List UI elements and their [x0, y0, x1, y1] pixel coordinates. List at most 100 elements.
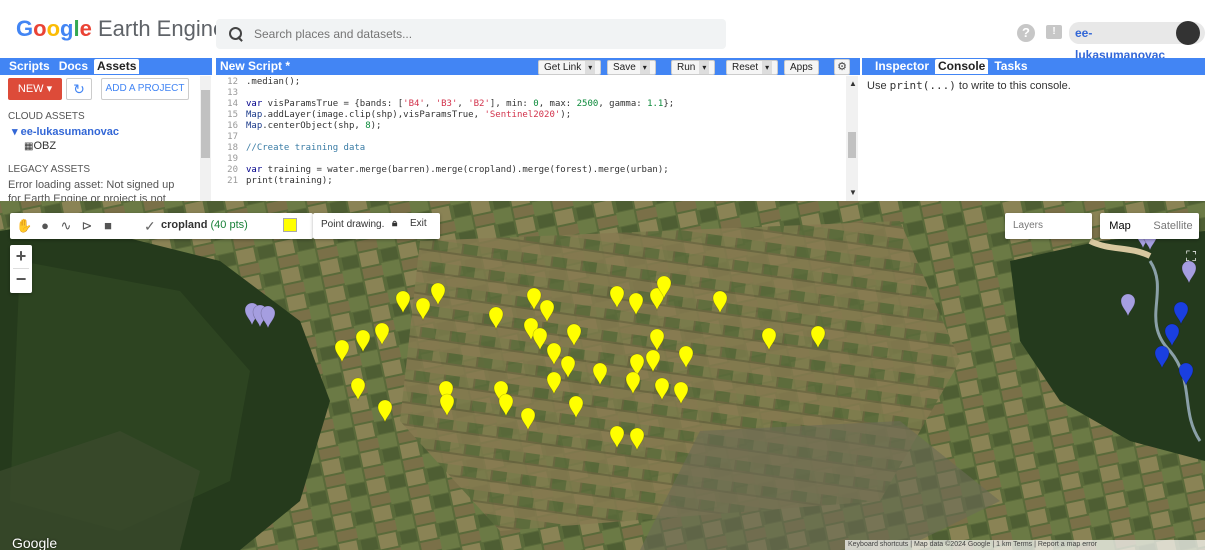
tab-assets[interactable]: Assets	[94, 59, 140, 74]
lock-icon[interactable]: 🔒︎	[392, 218, 404, 232]
reset-button[interactable]: Reset ▾	[726, 60, 779, 75]
code-line[interactable]: 13	[216, 88, 246, 98]
avatar[interactable]	[1176, 21, 1200, 45]
asset-name: OBZ	[33, 140, 57, 152]
logo-product-text: Earth Engine	[97, 16, 226, 41]
code-line[interactable]: 19	[216, 154, 246, 164]
line-number: 17	[227, 132, 238, 142]
tab-docs[interactable]: Docs	[56, 59, 91, 74]
code-area[interactable]: 12 .median(); 13 14 var visParamsTrue = {ban…	[216, 76, 846, 201]
polygon-tool-icon[interactable]: ⊳	[79, 217, 95, 235]
search-icon	[228, 26, 244, 42]
point-drawing-panel: Point drawing. 🔒︎ Exit	[313, 213, 440, 239]
line-number: 20	[227, 165, 238, 175]
checkmark-icon[interactable]: ✓	[144, 216, 162, 236]
scroll-up-icon[interactable]: ▲	[849, 79, 857, 88]
editor-scrollbar[interactable]	[846, 76, 858, 201]
point-drawing-label: Point drawing.	[321, 219, 385, 230]
code-editor-panel: New Script * Get Link ▾ Save ▾ Run ▾ Reset ▾…	[216, 58, 860, 201]
line-number: 14	[227, 99, 238, 109]
satellite-imagery[interactable]	[0, 201, 1205, 550]
code-line[interactable]: 14 var visParamsTrue = {bands: ['B4', 'B3…	[216, 99, 674, 109]
chevron-down-icon[interactable]: ▾	[585, 61, 596, 74]
app-logo[interactable]: Google Earth Engine	[16, 16, 225, 42]
map-type-map-button[interactable]: Map	[1100, 213, 1140, 239]
exit-button[interactable]: Exit	[410, 218, 427, 229]
hand-pan-icon[interactable]: ✋	[16, 217, 32, 235]
run-label: Run	[677, 62, 696, 73]
marker-tool-icon[interactable]: ●	[37, 217, 53, 235]
right-panel: Inspector Console Tasks Use print(...) t…	[862, 58, 1205, 201]
code-text: var training = water.merge(barren).merge…	[246, 165, 669, 175]
refresh-icon[interactable]: ↻	[66, 78, 92, 100]
map-type-satellite-button[interactable]: Satellite	[1148, 213, 1198, 239]
map-type-toggle: Map Satellite	[1100, 213, 1199, 239]
left-panel-scrollbar[interactable]	[200, 76, 211, 201]
run-button[interactable]: Run ▾	[671, 60, 716, 75]
code-line[interactable]: 15 Map.addLayer(image.clip(shp),visParams…	[216, 110, 571, 120]
map-attribution[interactable]: Keyboard shortcuts | Map data ©2024 Goog…	[845, 540, 1205, 550]
legacy-error-text: Error loading asset: Not signed up	[8, 179, 175, 191]
line-number: 13	[227, 88, 238, 98]
chevron-down-icon[interactable]: ▾	[762, 61, 773, 74]
script-title: New Script *	[220, 59, 291, 73]
layer-name-text: cropland	[161, 219, 208, 231]
project-tree-item[interactable]: ▾ ee-lukasumanovac	[12, 125, 119, 138]
line-number: 19	[227, 154, 238, 164]
code-line[interactable]: 17	[216, 132, 246, 142]
code-line[interactable]: 20 var training = water.merge(barren).mer…	[216, 165, 669, 175]
tab-console[interactable]: Console	[935, 59, 989, 74]
chevron-down-icon[interactable]: ▾	[639, 61, 650, 74]
zoom-out-button[interactable]: −	[10, 269, 32, 292]
add-project-button[interactable]: ADD A PROJECT	[101, 78, 189, 100]
scrollbar-thumb[interactable]	[848, 132, 856, 158]
layer-color-swatch[interactable]	[283, 218, 297, 232]
left-panel-tabs: Scripts Docs Assets	[0, 58, 212, 75]
console-hint-suffix: to write to this console.	[955, 80, 1071, 92]
cloud-assets-heading: CLOUD ASSETS	[8, 111, 85, 122]
code-text: Map.centerObject(shp, 8);	[246, 121, 382, 131]
line-number: 12	[227, 77, 238, 87]
scroll-down-icon[interactable]: ▼	[849, 188, 857, 197]
line-number: 15	[227, 110, 238, 120]
code-text: Map.addLayer(image.clip(shp),visParamsTr…	[246, 110, 572, 120]
feedback-icon[interactable]: !	[1046, 25, 1062, 39]
rectangle-tool-icon[interactable]: ■	[100, 217, 116, 235]
console-hint-prefix: Use	[867, 80, 890, 92]
get-link-button[interactable]: Get Link ▾	[538, 60, 602, 75]
geometry-layer-name[interactable]: cropland (40 pts)	[161, 219, 248, 231]
layer-point-count: (40 pts)	[210, 219, 248, 231]
right-panel-tabs: Inspector Console Tasks	[862, 58, 1205, 75]
asset-item-obz[interactable]: ▦OBZ	[24, 140, 56, 152]
code-line[interactable]: 12 .median();	[216, 77, 300, 87]
drawing-tools-panel: ✋ ● ∿ ⊳ ■ ✓ cropland (40 pts)	[10, 213, 313, 239]
line-number: 18	[227, 143, 238, 153]
console-hint: Use print(...) to write to this console.	[867, 79, 1071, 92]
code-line[interactable]: 18 //Create training data	[216, 143, 365, 153]
save-label: Save	[613, 62, 636, 73]
help-icon[interactable]: ?	[1017, 24, 1035, 42]
legacy-error-text-2: for Earth Engine or project is not	[8, 193, 166, 201]
fullscreen-icon[interactable]: ⛶	[1180, 245, 1202, 267]
scrollbar-thumb[interactable]	[201, 90, 210, 158]
search-box[interactable]	[216, 19, 726, 49]
layers-dropdown[interactable]: Layers	[1005, 213, 1092, 239]
legacy-assets-heading: LEGACY ASSETS	[8, 164, 91, 175]
line-number: 16	[227, 121, 238, 131]
tab-inspector[interactable]: Inspector	[872, 59, 932, 74]
line-tool-icon[interactable]: ∿	[58, 217, 74, 235]
code-line[interactable]: 21 print(training);	[216, 176, 333, 186]
map-view[interactable]: ✋ ● ∿ ⊳ ■ ✓ cropland (40 pts) Point draw…	[0, 201, 1205, 550]
gear-icon[interactable]: ⚙	[834, 59, 850, 75]
new-button[interactable]: NEW ▾	[8, 78, 62, 100]
save-button[interactable]: Save ▾	[607, 60, 656, 75]
zoom-in-button[interactable]: +	[10, 245, 32, 268]
search-input[interactable]	[254, 27, 694, 41]
code-line[interactable]: 16 Map.centerObject(shp, 8);	[216, 121, 381, 131]
line-number: 21	[227, 176, 238, 186]
apps-button[interactable]: Apps	[784, 60, 819, 75]
tab-tasks[interactable]: Tasks	[991, 59, 1030, 74]
console-hint-code: print(...)	[889, 79, 956, 92]
tab-scripts[interactable]: Scripts	[6, 59, 53, 74]
chevron-down-icon[interactable]: ▾	[699, 61, 710, 74]
